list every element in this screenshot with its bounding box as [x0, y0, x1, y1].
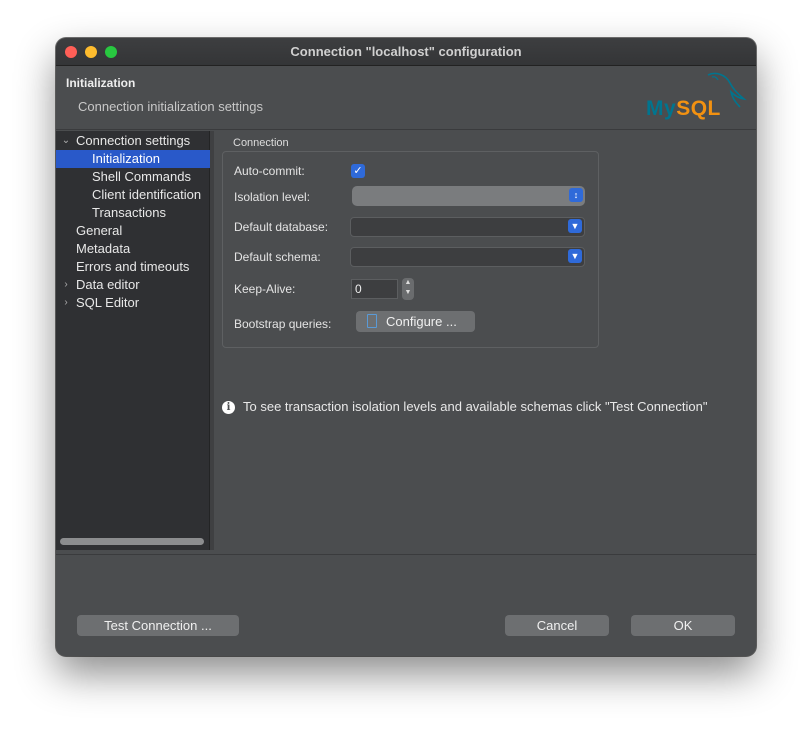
chevron-down-icon[interactable]: ▼ — [568, 249, 582, 263]
default-schema-combo[interactable]: ▼ — [350, 247, 585, 267]
page-subtitle: Connection initialization settings — [78, 99, 263, 114]
checkmark-icon: ✓ — [353, 165, 363, 177]
tree-item-sql-editor[interactable]: › SQL Editor — [56, 294, 210, 312]
window-title: Connection "localhost" configuration — [290, 44, 522, 59]
isolation-level-select[interactable]: ↕ — [352, 186, 585, 206]
default-schema-label: Default schema: — [234, 250, 321, 264]
tree-item-metadata[interactable]: Metadata — [56, 240, 210, 258]
autocommit-checkbox[interactable]: ✓ — [351, 164, 365, 178]
title-bar[interactable]: Connection "localhost" configuration — [56, 38, 756, 66]
updown-chevron-icon[interactable]: ↕ — [569, 188, 583, 202]
tree-item-shell-commands[interactable]: Shell Commands — [56, 168, 210, 186]
tree-item-transactions[interactable]: Transactions — [56, 204, 210, 222]
document-icon — [367, 314, 377, 328]
bootstrap-queries-label: Bootstrap queries: — [234, 317, 332, 331]
info-icon: i — [222, 401, 235, 414]
keepalive-input[interactable]: 0 — [351, 279, 398, 299]
tree-item-general[interactable]: General — [56, 222, 210, 240]
settings-content: Connection Auto-commit: ✓ Isolation leve… — [214, 131, 756, 553]
page-title: Initialization — [66, 76, 136, 90]
default-database-label: Default database: — [234, 220, 329, 234]
keepalive-label: Keep-Alive: — [234, 282, 296, 296]
test-connection-button[interactable]: Test Connection ... — [77, 615, 239, 636]
cancel-button[interactable]: Cancel — [505, 615, 609, 636]
tree-item-data-editor[interactable]: › Data editor — [56, 276, 210, 294]
tree-item-connection-settings[interactable]: ⌄ Connection settings — [56, 132, 210, 150]
footer-divider — [56, 554, 756, 555]
configure-bootstrap-button[interactable]: Configure ... — [356, 311, 475, 332]
chevron-down-icon[interactable]: ▼ — [568, 219, 582, 233]
connection-group: Auto-commit: ✓ Isolation level: ↕ Defaul… — [222, 151, 599, 348]
tree-item-client-identification[interactable]: Client identification — [56, 186, 210, 204]
ok-button[interactable]: OK — [631, 615, 735, 636]
connection-group-title: Connection — [233, 137, 289, 149]
sidebar-horizontal-scrollbar[interactable] — [60, 538, 204, 545]
chevron-down-icon[interactable]: ⌄ — [61, 132, 71, 150]
autocommit-label: Auto-commit: — [234, 164, 305, 178]
tree-item-initialization[interactable]: Initialization — [56, 150, 210, 168]
isolation-level-label: Isolation level: — [234, 190, 311, 204]
page-header: Initialization Connection initialization… — [56, 67, 756, 130]
connection-config-dialog: Connection "localhost" configuration Ini… — [56, 38, 756, 656]
chevron-right-icon[interactable]: › — [61, 276, 71, 294]
keepalive-stepper[interactable]: ▲ ▼ — [402, 278, 414, 300]
settings-tree: ⌄ Connection settings Initialization She… — [56, 131, 210, 550]
tree-item-errors-and-timeouts[interactable]: Errors and timeouts — [56, 258, 210, 276]
default-database-combo[interactable]: ▼ — [350, 217, 585, 237]
chevron-right-icon[interactable]: › — [61, 294, 71, 312]
mysql-logo: MySQL — [646, 97, 721, 120]
